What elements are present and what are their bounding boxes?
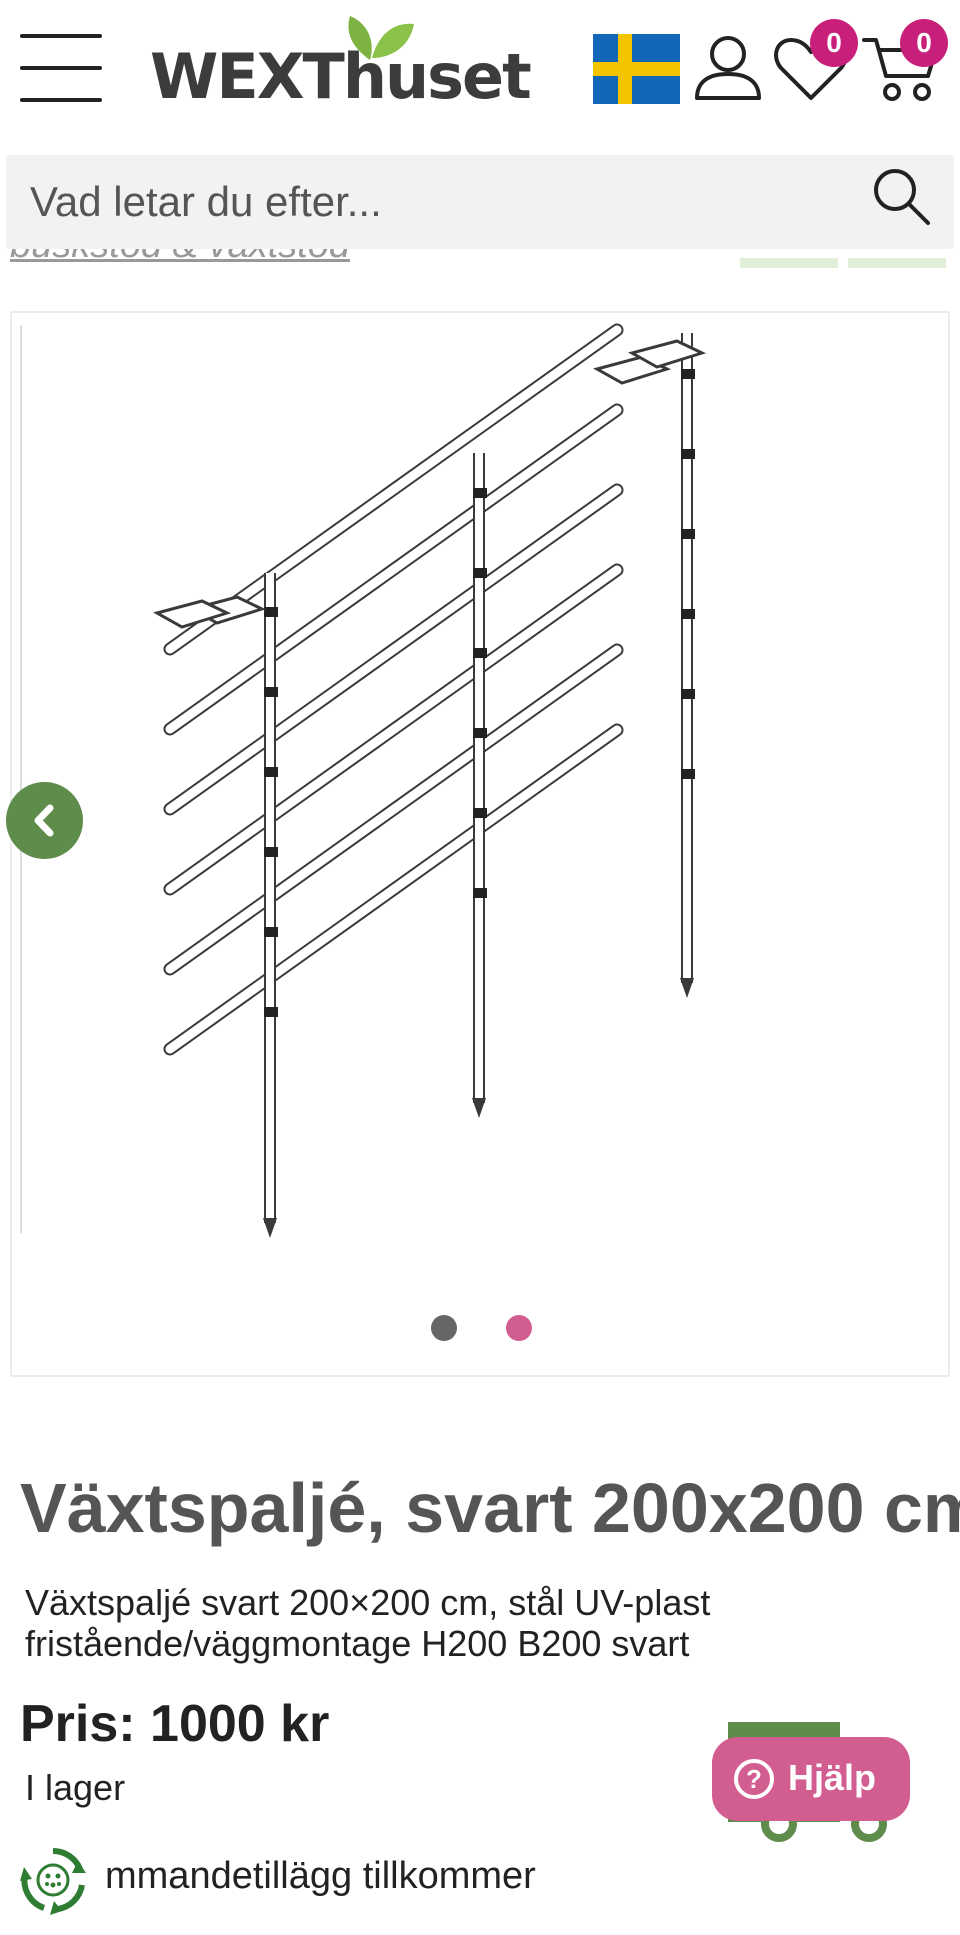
logo-text: WEXThuset [150,40,532,113]
help-label: Hjälp [788,1757,877,1798]
search-icon[interactable] [870,165,932,227]
gallery-dot-1[interactable] [431,1315,457,1341]
search-input[interactable] [30,169,850,235]
tab-indicator [848,258,946,268]
tab-indicator [740,258,838,268]
product-price: Pris: 1000 kr [20,1695,330,1753]
wishlist-count-badge: 0 [810,19,858,67]
help-button[interactable]: ? Hjälp [712,1737,910,1821]
search-bar [6,155,954,249]
stock-status: I lager [25,1767,126,1808]
product-description: Växtspaljé svart 200×200 cm, stål UV-pla… [25,1582,711,1664]
gallery-dot-2[interactable] [506,1315,532,1341]
gallery-prev-button[interactable] [6,782,83,859]
sweden-flag-icon[interactable] [593,34,680,104]
environment-fee-note: mmandetillägg tillkommer [105,1855,536,1897]
cart-count-badge: 0 [900,19,948,67]
product-image[interactable] [12,313,948,1375]
product-gallery [10,311,950,1377]
user-icon[interactable] [693,32,763,102]
menu-icon[interactable] [20,34,102,104]
recycle-icon [20,1847,86,1915]
question-icon: ? [734,1759,774,1799]
site-logo[interactable]: WEXThuset [150,10,532,110]
product-title: Växtspaljé, svart 200x200 cm [20,1469,960,1547]
chevron-left-icon [34,804,54,837]
site-header: WEXThuset 0 0 [0,0,960,138]
